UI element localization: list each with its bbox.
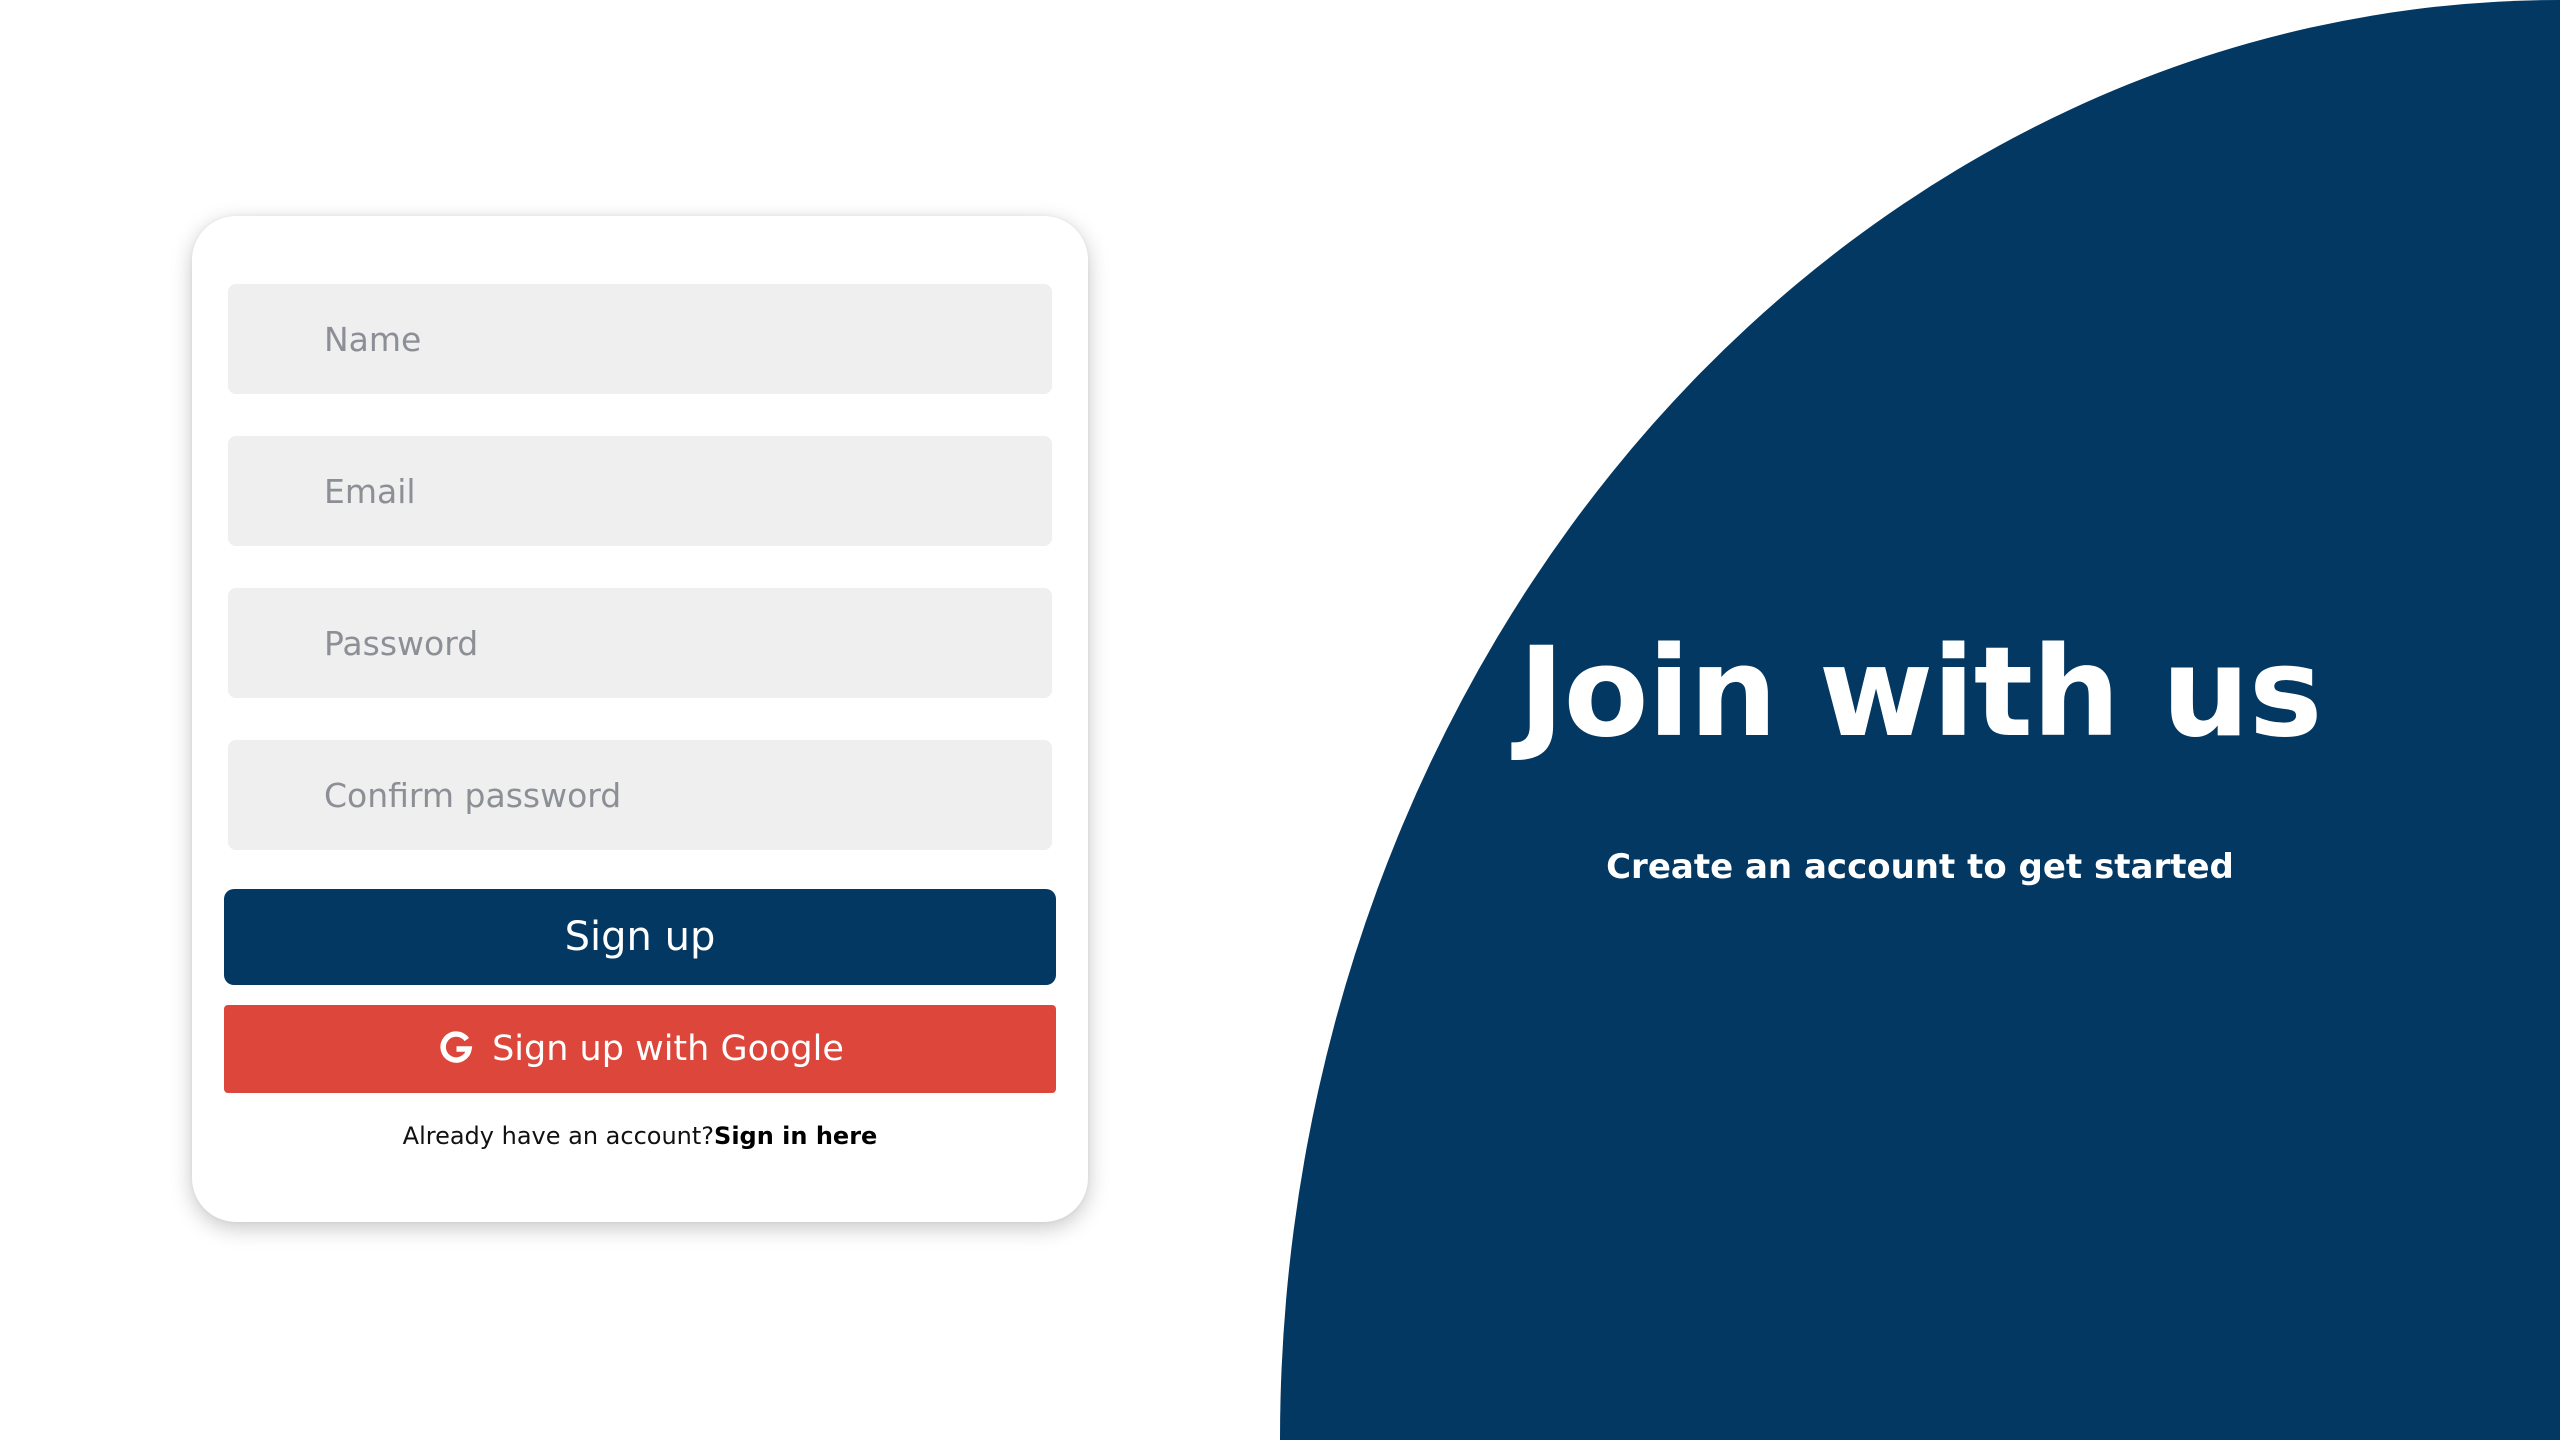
signup-button[interactable]: Sign up — [224, 889, 1056, 985]
signup-page: Sign up Sign up with Google Already have… — [0, 0, 2560, 1440]
google-g-icon — [436, 1029, 476, 1069]
google-signup-button[interactable]: Sign up with Google — [224, 1005, 1056, 1093]
hero-title: Join with us — [1518, 621, 2322, 765]
signin-link[interactable]: Sign in here — [714, 1122, 877, 1150]
password-input[interactable] — [228, 588, 1052, 698]
name-input[interactable] — [228, 284, 1052, 394]
signin-prompt-row: Already have an account?Sign in here — [192, 1119, 1088, 1153]
signin-prompt-text: Already have an account? — [402, 1122, 715, 1150]
confirm-password-input[interactable] — [228, 740, 1052, 850]
google-signup-label: Sign up with Google — [492, 1029, 844, 1069]
signup-card: Sign up Sign up with Google Already have… — [192, 216, 1088, 1222]
hero-subtitle: Create an account to get started — [1606, 847, 2234, 887]
email-input[interactable] — [228, 436, 1052, 546]
